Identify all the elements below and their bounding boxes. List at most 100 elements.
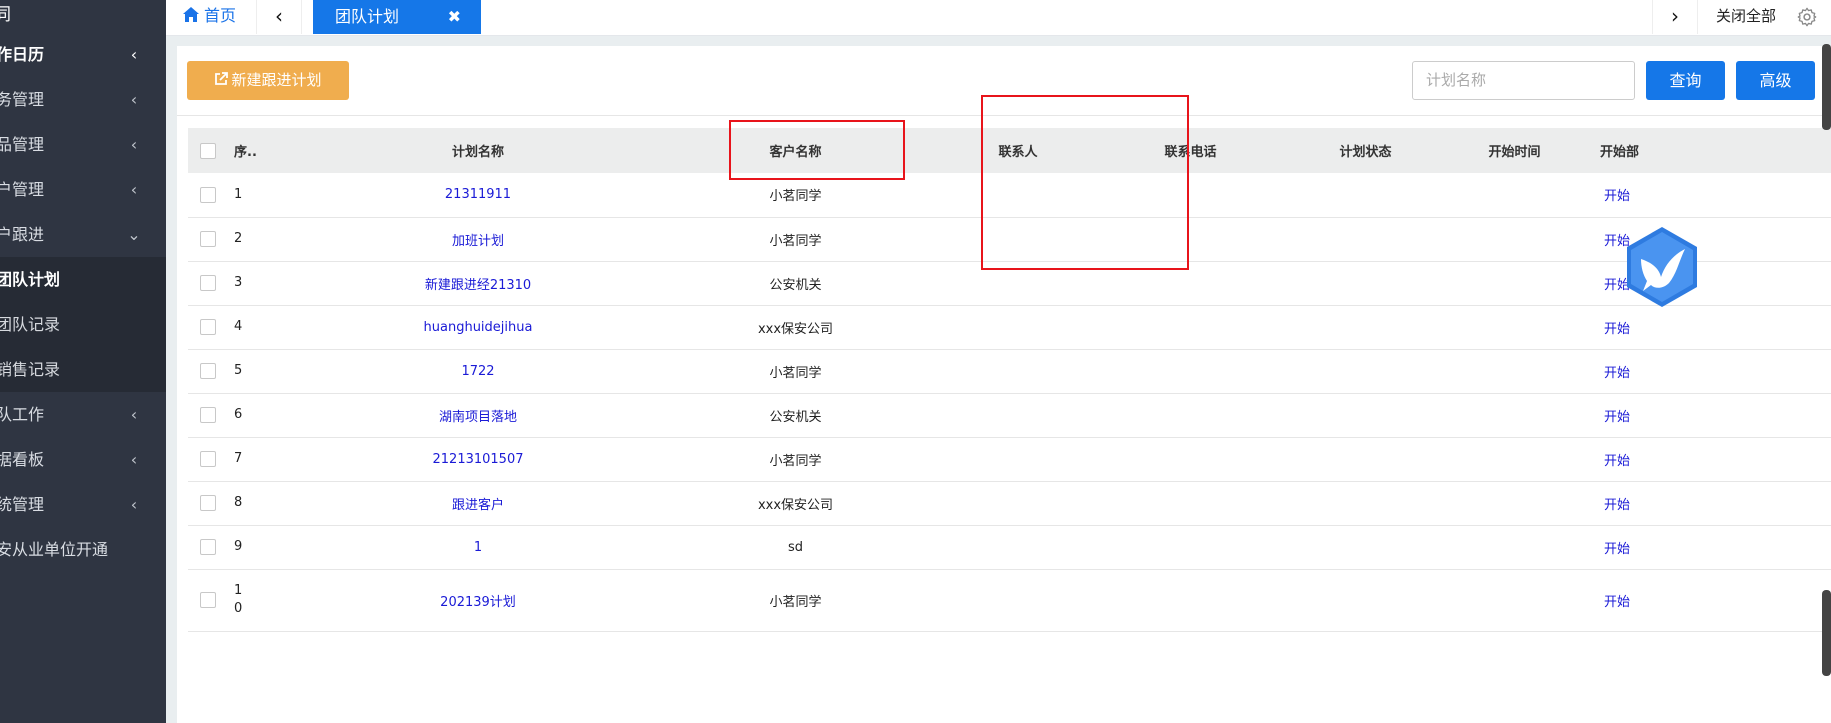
tab-scroll-left-button[interactable]: ‹ [256,0,302,34]
search-input[interactable] [1412,61,1635,100]
operation-cell[interactable]: 开始 [1576,173,1831,217]
plan-name-link[interactable]: 1 [474,540,482,555]
sidebar-item-team-record[interactable]: 团队记录 [0,302,166,347]
tab-team-plan[interactable]: 团队计划 ✖ [313,0,481,34]
start-link[interactable]: 开始 [1604,410,1630,425]
plan-name-cell[interactable]: 跟进客户 [298,481,658,525]
column-header-start-dept[interactable]: 开始部 [1576,128,1831,173]
row-select-cell[interactable] [188,305,228,349]
sidebar-item-customers[interactable]: 户管理 ‹ [0,167,166,212]
sidebar-item-calendar[interactable]: 作日历 ‹ [0,32,166,77]
operation-cell[interactable]: 开始 [1576,569,1831,631]
query-button[interactable]: 查询 [1646,61,1725,100]
row-checkbox[interactable] [200,231,216,247]
plan-name-cell[interactable]: 加班计划 [298,217,658,261]
operation-cell[interactable]: 开始 [1576,525,1831,569]
row-checkbox[interactable] [200,592,216,608]
row-select-cell[interactable] [188,261,228,305]
floating-assistant-icon[interactable] [1623,225,1701,309]
plan-name-cell[interactable]: 新建跟进经21310 [298,261,658,305]
row-select-cell[interactable] [188,569,228,631]
row-select-cell[interactable] [188,349,228,393]
table-row[interactable]: 9 1 sd 开始 [188,525,1831,569]
sidebar-item-dashboard[interactable]: 据看板 ‹ [0,437,166,482]
row-checkbox[interactable] [200,407,216,423]
table-row[interactable]: 5 1722 小茗同学 开始 [188,349,1831,393]
plan-name-link[interactable]: huanghuidejihua [424,320,533,335]
row-select-cell[interactable] [188,217,228,261]
row-checkbox[interactable] [200,539,216,555]
close-all-button[interactable]: 关闭全部 [1703,0,1789,34]
operation-cell[interactable]: 开始 [1576,305,1831,349]
plan-name-link[interactable]: 21213101507 [433,452,524,467]
row-select-cell[interactable] [188,173,228,217]
row-checkbox[interactable] [200,275,216,291]
plan-name-link[interactable]: 湖南项目落地 [439,410,517,425]
plan-name-cell[interactable]: 湖南项目落地 [298,393,658,437]
scrollbar-thumb-top[interactable] [1822,44,1831,130]
plan-name-link[interactable]: 21311911 [445,187,511,202]
row-select-cell[interactable] [188,393,228,437]
column-header-start-time[interactable]: 开始时间 [1453,128,1576,173]
close-icon[interactable]: ✖ [448,0,461,33]
table-row[interactable]: 7 21213101507 小茗同学 开始 [188,437,1831,481]
table-row[interactable]: 8 跟进客户 xxx保安公司 开始 [188,481,1831,525]
column-header-seq[interactable]: 序.. [228,128,298,173]
row-checkbox[interactable] [200,319,216,335]
plan-name-cell[interactable]: 1 [298,525,658,569]
sidebar-item-system[interactable]: 统管理 ‹ [0,482,166,527]
operation-cell[interactable]: 开始 [1576,217,1831,261]
scrollbar-thumb-bottom[interactable] [1822,590,1831,676]
start-link[interactable]: 开始 [1604,454,1630,469]
sidebar-item-sales-record[interactable]: 销售记录 [0,347,166,392]
tab-home[interactable]: 首页 [182,0,236,34]
plan-name-link[interactable]: 202139计划 [440,595,516,610]
plan-name-cell[interactable]: 21311911 [298,173,658,217]
plan-name-link[interactable]: 加班计划 [452,234,504,249]
row-checkbox[interactable] [200,363,216,379]
select-all-checkbox[interactable] [200,142,216,159]
tab-scroll-right-button[interactable]: › [1652,0,1698,34]
start-link[interactable]: 开始 [1604,322,1630,337]
table-row[interactable]: 10 202139计划 小茗同学 开始 [188,569,1831,631]
start-link[interactable]: 开始 [1604,595,1630,610]
start-link[interactable]: 开始 [1604,542,1630,557]
gear-icon[interactable] [1796,6,1818,28]
start-link[interactable]: 开始 [1604,189,1630,204]
sidebar-item-label: 据看板 [0,450,45,469]
advanced-button[interactable]: 高级 [1736,61,1815,100]
operation-cell[interactable]: 开始 [1576,349,1831,393]
table-row[interactable]: 6 湖南项目落地 公安机关 开始 [188,393,1831,437]
operation-cell[interactable]: 开始 [1576,393,1831,437]
table-row[interactable]: 4 huanghuidejihua xxx保安公司 开始 [188,305,1831,349]
column-header-plan-name[interactable]: 计划名称 [298,128,658,173]
start-link[interactable]: 开始 [1604,366,1630,381]
plan-name-link[interactable]: 1722 [461,364,494,379]
row-checkbox[interactable] [200,186,216,203]
sidebar-item-security-unit[interactable]: 安从业单位开通 [0,527,166,572]
sidebar-item-team-plan[interactable]: 团队计划 [0,257,166,302]
row-select-cell[interactable] [188,525,228,569]
new-plan-button[interactable]: 新建跟进计划 [187,61,349,100]
plan-name-cell[interactable]: 21213101507 [298,437,658,481]
sidebar-item-team-work[interactable]: 队工作 ‹ [0,392,166,437]
plan-name-cell[interactable]: 202139计划 [298,569,658,631]
sidebar-item-products[interactable]: 品管理 ‹ [0,122,166,167]
operation-cell[interactable]: 开始 [1576,437,1831,481]
start-link[interactable]: 开始 [1604,498,1630,513]
column-header-status[interactable]: 计划状态 [1278,128,1453,173]
operation-cell[interactable]: 开始 [1576,481,1831,525]
sidebar-item-business[interactable]: 务管理 ‹ [0,77,166,122]
plan-name-cell[interactable]: huanghuidejihua [298,305,658,349]
sidebar-item-followup[interactable]: 户跟进 ⌄ [0,212,166,257]
row-select-cell[interactable] [188,437,228,481]
row-select-cell[interactable] [188,481,228,525]
select-all-header[interactable] [188,128,228,173]
row-checkbox[interactable] [200,451,216,467]
plan-name-link[interactable]: 新建跟进经21310 [425,278,531,293]
plan-name-cell[interactable]: 1722 [298,349,658,393]
seq-cell: 7 [228,437,298,481]
plan-name-link[interactable]: 跟进客户 [452,498,504,513]
operation-cell[interactable]: 开始 [1576,261,1831,305]
row-checkbox[interactable] [200,495,216,511]
